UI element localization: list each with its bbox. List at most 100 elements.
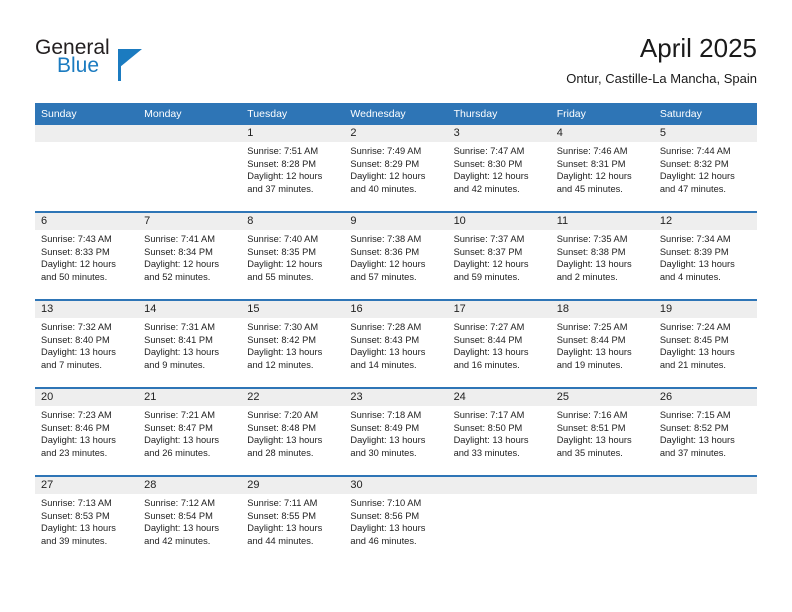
day-info-line: Daylight: 13 hours: [41, 523, 116, 534]
calendar-day-cell[interactable]: 10 Sunrise: 7:37 AM Sunset: 8:37 PM Dayligh…: [447, 212, 551, 301]
day-sun-info: [654, 494, 757, 497]
day-number: 28: [138, 477, 242, 494]
day-sun-info: Sunrise: 7:27 AM Sunset: 8:44 PM Daylight:…: [448, 318, 551, 371]
day-info-line: Sunset: 8:31 PM: [556, 158, 626, 169]
day-number: 27: [35, 477, 139, 494]
calendar-day-cell[interactable]: 30 Sunrise: 7:10 AM Sunset: 8:56 PM Dayligh…: [344, 476, 448, 563]
calendar-empty-cell: [653, 476, 757, 563]
day-info-line: Sunset: 8:53 PM: [41, 510, 110, 521]
day-cell-content: [550, 477, 654, 563]
day-info-line: and 59 minutes.: [453, 271, 520, 282]
calendar-day-cell[interactable]: 6 Sunrise: 7:43 AM Sunset: 8:33 PM Daylight…: [35, 212, 139, 301]
calendar-day-cell[interactable]: 21 Sunrise: 7:21 AM Sunset: 8:47 PM Dayligh…: [138, 388, 242, 477]
calendar-day-cell[interactable]: 8 Sunrise: 7:40 AM Sunset: 8:35 PM Daylight…: [241, 212, 345, 301]
day-cell-content: 25 Sunrise: 7:16 AM Sunset: 8:51 PM Dayligh…: [550, 389, 654, 475]
day-info-line: Sunrise: 7:20 AM: [247, 410, 319, 420]
day-info-line: and 39 minutes.: [41, 535, 108, 546]
calendar-day-cell[interactable]: 15 Sunrise: 7:30 AM Sunset: 8:42 PM Dayligh…: [241, 300, 345, 389]
calendar-day-cell[interactable]: 14 Sunrise: 7:31 AM Sunset: 8:41 PM Dayligh…: [138, 300, 242, 389]
calendar-day-cell[interactable]: 4 Sunrise: 7:46 AM Sunset: 8:31 PM Daylight…: [550, 125, 654, 213]
calendar-day-cell[interactable]: 20 Sunrise: 7:23 AM Sunset: 8:46 PM Dayligh…: [35, 388, 139, 477]
calendar-day-cell[interactable]: 29 Sunrise: 7:11 AM Sunset: 8:55 PM Dayligh…: [241, 476, 345, 563]
calendar-day-cell[interactable]: 3 Sunrise: 7:47 AM Sunset: 8:30 PM Daylight…: [447, 125, 551, 213]
day-sun-info: Sunrise: 7:43 AM Sunset: 8:33 PM Daylight:…: [35, 230, 138, 283]
day-number: 15: [241, 301, 345, 318]
calendar-day-cell[interactable]: 9 Sunrise: 7:38 AM Sunset: 8:36 PM Daylight…: [344, 212, 448, 301]
calendar-day-cell[interactable]: 23 Sunrise: 7:18 AM Sunset: 8:49 PM Dayligh…: [344, 388, 448, 477]
day-info-line: and 37 minutes.: [247, 183, 314, 194]
calendar-week-row: 6 Sunrise: 7:43 AM Sunset: 8:33 PM Daylight…: [35, 212, 757, 301]
day-info-line: Sunrise: 7:51 AM: [247, 146, 319, 156]
day-info-line: Sunrise: 7:46 AM: [556, 146, 628, 156]
day-info-line: Sunrise: 7:43 AM: [41, 234, 112, 244]
day-info-line: and 35 minutes.: [556, 447, 623, 458]
day-info-line: Sunrise: 7:49 AM: [350, 146, 422, 156]
day-info-line: Daylight: 12 hours: [453, 171, 529, 182]
calendar-day-cell[interactable]: 1 Sunrise: 7:51 AM Sunset: 8:28 PM Daylight…: [241, 125, 345, 213]
calendar-day-cell[interactable]: 25 Sunrise: 7:16 AM Sunset: 8:51 PM Dayligh…: [550, 388, 654, 477]
day-info-line: Daylight: 12 hours: [247, 171, 323, 182]
day-cell-content: 17 Sunrise: 7:27 AM Sunset: 8:44 PM Dayligh…: [447, 301, 551, 387]
calendar-empty-cell: [35, 125, 139, 213]
day-info-line: and 55 minutes.: [247, 271, 314, 282]
day-sun-info: Sunrise: 7:31 AM Sunset: 8:41 PM Daylight:…: [138, 318, 241, 371]
calendar-day-cell[interactable]: 7 Sunrise: 7:41 AM Sunset: 8:34 PM Daylight…: [138, 212, 242, 301]
day-info-line: Sunset: 8:28 PM: [247, 158, 317, 169]
day-sun-info: Sunrise: 7:47 AM Sunset: 8:30 PM Daylight:…: [448, 142, 551, 195]
calendar-day-cell[interactable]: 26 Sunrise: 7:15 AM Sunset: 8:52 PM Dayligh…: [653, 388, 757, 477]
calendar-day-cell[interactable]: 5 Sunrise: 7:44 AM Sunset: 8:32 PM Daylight…: [653, 125, 757, 213]
day-cell-content: 6 Sunrise: 7:43 AM Sunset: 8:33 PM Daylight…: [35, 213, 139, 299]
calendar-body: 1 Sunrise: 7:51 AM Sunset: 8:28 PM Daylight…: [35, 125, 757, 563]
page-header: General Blue April 2025 Ontur, Castille-…: [0, 0, 792, 100]
day-number: 22: [241, 389, 345, 406]
day-sun-info: Sunrise: 7:10 AM Sunset: 8:56 PM Daylight:…: [344, 494, 447, 547]
day-number: [550, 477, 654, 494]
day-number: [447, 477, 551, 494]
day-info-line: Sunset: 8:41 PM: [144, 334, 213, 345]
calendar-day-cell[interactable]: 22 Sunrise: 7:20 AM Sunset: 8:48 PM Dayligh…: [241, 388, 345, 477]
day-info-line: and 47 minutes.: [659, 183, 726, 194]
calendar-day-cell[interactable]: 19 Sunrise: 7:24 AM Sunset: 8:45 PM Dayligh…: [653, 300, 757, 389]
calendar-day-cell[interactable]: 17 Sunrise: 7:27 AM Sunset: 8:44 PM Dayligh…: [447, 300, 551, 389]
day-cell-content: 12 Sunrise: 7:34 AM Sunset: 8:39 PM Dayligh…: [653, 213, 757, 299]
calendar-day-cell[interactable]: 18 Sunrise: 7:25 AM Sunset: 8:44 PM Dayligh…: [550, 300, 654, 389]
day-number: 26: [653, 389, 757, 406]
day-info-line: Sunrise: 7:30 AM: [247, 322, 319, 332]
day-info-line: Daylight: 13 hours: [556, 435, 632, 446]
day-sun-info: Sunrise: 7:21 AM Sunset: 8:47 PM Daylight:…: [138, 406, 241, 459]
title-block: April 2025 Ontur, Castille-La Mancha, Sp…: [566, 32, 757, 87]
calendar-day-cell[interactable]: 11 Sunrise: 7:35 AM Sunset: 8:38 PM Dayligh…: [550, 212, 654, 301]
day-info-line: Daylight: 13 hours: [659, 259, 735, 270]
day-cell-content: 8 Sunrise: 7:40 AM Sunset: 8:35 PM Daylight…: [241, 213, 345, 299]
calendar-day-cell[interactable]: 27 Sunrise: 7:13 AM Sunset: 8:53 PM Dayligh…: [35, 476, 139, 563]
calendar-day-cell[interactable]: 12 Sunrise: 7:34 AM Sunset: 8:39 PM Dayligh…: [653, 212, 757, 301]
day-cell-content: 14 Sunrise: 7:31 AM Sunset: 8:41 PM Dayligh…: [138, 301, 242, 387]
logo-triangle-icon: [120, 49, 142, 67]
day-sun-info: [138, 142, 241, 145]
day-info-line: Daylight: 13 hours: [350, 523, 426, 534]
calendar-day-cell[interactable]: 2 Sunrise: 7:49 AM Sunset: 8:29 PM Daylight…: [344, 125, 448, 213]
day-sun-info: [35, 142, 138, 145]
day-sun-info: Sunrise: 7:34 AM Sunset: 8:39 PM Daylight:…: [654, 230, 757, 283]
day-number: 25: [550, 389, 654, 406]
day-cell-content: [447, 477, 551, 563]
day-info-line: Sunset: 8:34 PM: [144, 246, 213, 257]
day-cell-content: 7 Sunrise: 7:41 AM Sunset: 8:34 PM Daylight…: [138, 213, 242, 299]
day-sun-info: Sunrise: 7:25 AM Sunset: 8:44 PM Daylight:…: [551, 318, 654, 371]
day-number: 12: [653, 213, 757, 230]
day-info-line: and 21 minutes.: [659, 359, 726, 370]
day-number: 13: [35, 301, 139, 318]
calendar-day-cell[interactable]: 28 Sunrise: 7:12 AM Sunset: 8:54 PM Dayligh…: [138, 476, 242, 563]
general-blue-logo[interactable]: General Blue: [35, 36, 235, 86]
day-number: 16: [344, 301, 448, 318]
calendar-week-row: 27 Sunrise: 7:13 AM Sunset: 8:53 PM Dayligh…: [35, 476, 757, 563]
calendar-day-cell[interactable]: 24 Sunrise: 7:17 AM Sunset: 8:50 PM Dayligh…: [447, 388, 551, 477]
day-info-line: Sunset: 8:35 PM: [247, 246, 317, 257]
day-info-line: Daylight: 12 hours: [659, 171, 735, 182]
day-cell-content: 20 Sunrise: 7:23 AM Sunset: 8:46 PM Dayligh…: [35, 389, 139, 475]
page-subtitle: Ontur, Castille-La Mancha, Spain: [566, 71, 757, 86]
calendar-day-cell[interactable]: 16 Sunrise: 7:28 AM Sunset: 8:43 PM Dayligh…: [344, 300, 448, 389]
calendar-day-cell[interactable]: 13 Sunrise: 7:32 AM Sunset: 8:40 PM Dayligh…: [35, 300, 139, 389]
day-number: [35, 125, 139, 142]
day-info-line: and 42 minutes.: [144, 535, 211, 546]
